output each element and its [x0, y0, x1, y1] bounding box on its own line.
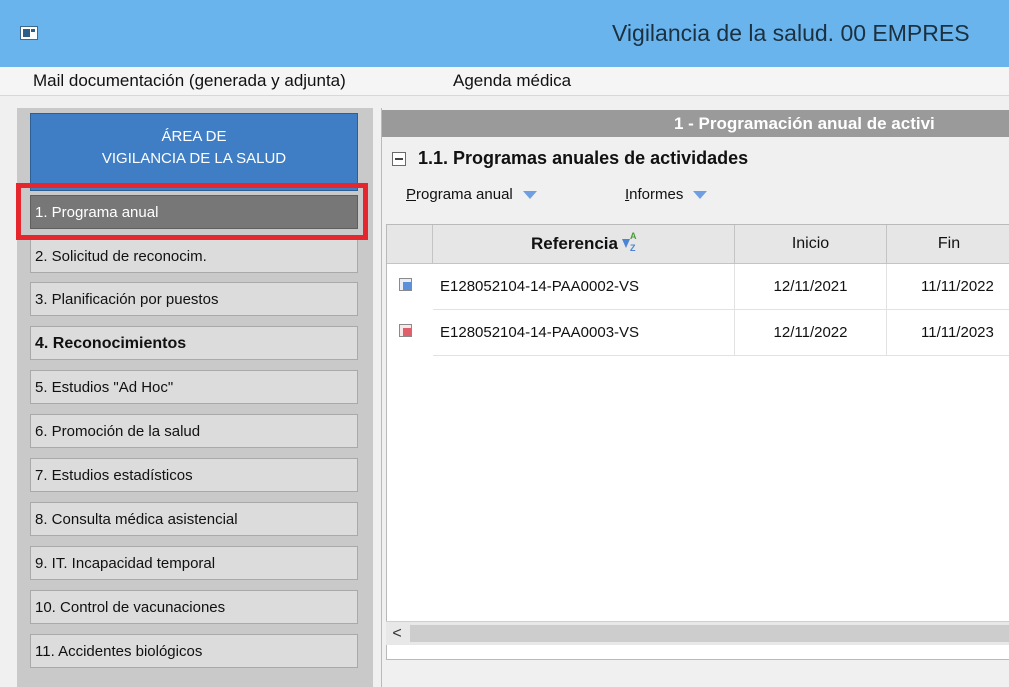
cell-fin: 11/11/2023 — [887, 310, 1009, 356]
status-fill — [403, 282, 411, 290]
sidebar: ÁREA DE VIGILANCIA DE LA SALUD 1. Progra… — [17, 108, 373, 687]
data-grid: Referencia A Z Inicio Fin E128052104-14-PA… — [386, 224, 1009, 660]
column-header-inicio[interactable]: Inicio — [735, 225, 887, 264]
scroll-left-button[interactable]: < — [386, 622, 408, 645]
area-title-line1: ÁREA DE — [161, 128, 227, 145]
cell-referencia: E128052104-14-PAA0002-VS — [433, 264, 735, 310]
area-title-line2: VIGILANCIA DE LA SALUD — [101, 150, 287, 167]
panel-header-text: 1 - Programación anual de activi — [674, 114, 935, 133]
title-bar: Vigilancia de la salud. 00 EMPRES — [0, 0, 1009, 67]
sidebar-item-accidentes-biologicos[interactable]: 11. Accidentes biológicos — [30, 634, 358, 668]
sidebar-item-incapacidad-temporal[interactable]: 9. IT. Incapacidad temporal — [30, 546, 358, 580]
menu-item-agenda-medica[interactable]: Agenda médica — [453, 71, 571, 91]
collapse-icon[interactable] — [392, 152, 406, 166]
table-row[interactable]: E128052104-14-PAA0003-VS 12/11/2022 11/1… — [387, 310, 1009, 356]
sidebar-item-programa-anual[interactable]: 1. Programa anual — [30, 195, 358, 229]
column-header-referencia-label: Referencia — [531, 234, 618, 253]
cell-referencia: E128052104-14-PAA0003-VS — [433, 310, 735, 356]
programa-anual-hotkey: P — [406, 186, 417, 203]
status-fill — [403, 328, 411, 336]
cell-fin: 11/11/2022 — [887, 264, 1009, 310]
sort-az-icon: AZ — [621, 231, 636, 254]
sidebar-item-consulta-medica[interactable]: 8. Consulta médica asistencial — [30, 502, 358, 536]
menu-item-mail-documentacion[interactable]: Mail documentación (generada y adjunta) — [33, 71, 346, 91]
main-panel: 1 - Programación anual de activi 1.1. Pr… — [381, 108, 1009, 687]
column-header-fin[interactable]: Fin — [887, 225, 1009, 264]
app-icon[interactable] — [20, 26, 38, 40]
dropdown-arrow-icon — [522, 191, 537, 200]
cell-inicio: 12/11/2021 — [735, 264, 887, 310]
table-row[interactable]: E128052104-14-PAA0002-VS 12/11/2021 11/1… — [387, 264, 1009, 310]
column-header-referencia[interactable]: Referencia A Z — [433, 225, 735, 264]
sidebar-item-promocion-salud[interactable]: 6. Promoción de la salud — [30, 414, 358, 448]
sidebar-item-estudios-estadisticos[interactable]: 7. Estudios estadísticos — [30, 458, 358, 492]
informes-label: nformes — [629, 186, 684, 203]
sidebar-item-estudios-ad-hoc[interactable]: 5. Estudios "Ad Hoc" — [30, 370, 358, 404]
programa-anual-label: rograma anual — [416, 186, 513, 203]
informes-menu-button[interactable]: Informes — [625, 186, 708, 203]
header-status-cell — [387, 225, 433, 264]
horizontal-scrollbar[interactable]: < — [386, 621, 1009, 645]
cell-inicio: 12/11/2022 — [735, 310, 887, 356]
sidebar-item-control-vacunaciones[interactable]: 10. Control de vacunaciones — [30, 590, 358, 624]
status-square-icon — [399, 278, 412, 291]
window-title: Vigilancia de la salud. 00 EMPRES — [612, 20, 970, 46]
scroll-thumb[interactable] — [410, 625, 1009, 642]
area-header[interactable]: ÁREA DE VIGILANCIA DE LA SALUD — [30, 113, 358, 191]
panel-header: 1 - Programación anual de activi — [382, 110, 1009, 137]
section-title: 1.1. Programas anuales de actividades — [418, 148, 749, 168]
sidebar-item-solicitud-reconocim[interactable]: 2. Solicitud de reconocim. — [30, 239, 358, 273]
menu-bar: Mail documentación (generada y adjunta) … — [0, 67, 1009, 96]
dropdown-arrow-icon — [693, 191, 708, 200]
programa-anual-menu-button[interactable]: Programa anual — [406, 186, 537, 203]
sidebar-item-planificacion-puestos[interactable]: 3. Planificación por puestos — [30, 282, 358, 316]
status-square-icon — [399, 324, 412, 337]
sidebar-item-reconocimientos[interactable]: 4. Reconocimientos — [30, 326, 358, 360]
grid-header: Referencia A Z Inicio Fin — [387, 225, 1009, 264]
